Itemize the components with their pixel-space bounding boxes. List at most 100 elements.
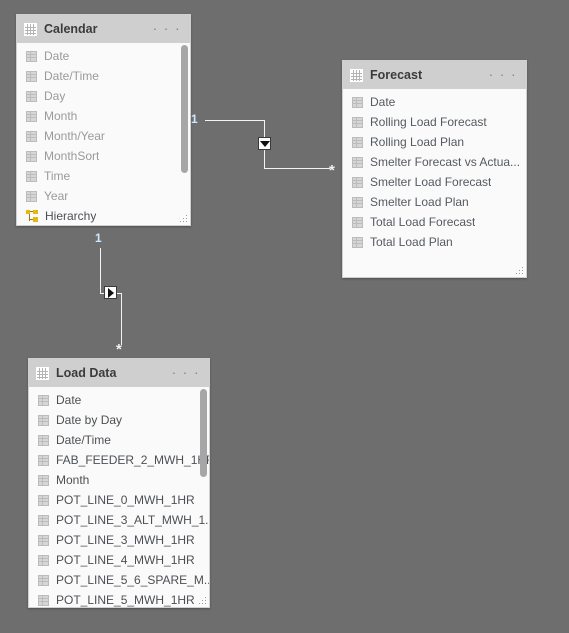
table-more-options-icon[interactable]: · · · xyxy=(172,366,201,379)
table-card-load-data[interactable]: Load Data · · · Date Date by Day Date/Ti… xyxy=(28,358,210,608)
field-row[interactable]: Hierarchy xyxy=(17,206,190,225)
field-label: Hierarchy xyxy=(45,209,97,223)
table-header-forecast[interactable]: Forecast · · · xyxy=(343,61,526,89)
table-field-icon xyxy=(26,130,37,142)
field-row[interactable]: Total Load Forecast xyxy=(343,212,526,232)
field-row[interactable]: Year xyxy=(17,186,190,206)
field-label: Date xyxy=(44,49,70,63)
resize-handle[interactable] xyxy=(514,265,525,276)
table-field-icon xyxy=(38,574,49,586)
field-label: Rolling Load Plan xyxy=(370,135,465,149)
field-row[interactable]: POT_LINE_3_MWH_1HR xyxy=(29,530,209,550)
cardinality-one-label: 1 xyxy=(95,231,102,245)
table-field-icon xyxy=(38,594,49,606)
table-field-icon xyxy=(352,196,363,208)
field-row[interactable]: Time xyxy=(17,166,190,186)
scrollbar-thumb[interactable] xyxy=(181,45,188,173)
field-label: Month/Year xyxy=(44,129,105,143)
hierarchy-icon xyxy=(26,210,38,222)
table-icon xyxy=(350,68,363,82)
field-label: Rolling Load Forecast xyxy=(370,115,487,129)
relationship-segment xyxy=(205,120,265,121)
field-row[interactable]: Date by Day xyxy=(29,410,209,430)
field-row[interactable]: POT_LINE_3_ALT_MWH_1... xyxy=(29,510,209,530)
relationship-segment xyxy=(100,248,101,294)
table-field-icon xyxy=(38,434,49,446)
field-label: MonthSort xyxy=(44,149,100,163)
resize-handle[interactable] xyxy=(197,595,208,606)
field-label: POT_LINE_4_MWH_1HR xyxy=(56,553,195,567)
table-field-icon xyxy=(38,554,49,566)
field-label: Month xyxy=(56,473,90,487)
field-row[interactable]: Date xyxy=(29,390,209,410)
table-field-icon xyxy=(352,136,363,148)
field-row[interactable]: Rolling Load Plan xyxy=(343,132,526,152)
table-title: Forecast xyxy=(370,68,423,82)
table-more-options-icon[interactable]: · · · xyxy=(153,22,182,35)
vertical-scrollbar[interactable] xyxy=(180,43,189,213)
table-field-icon xyxy=(26,50,37,62)
field-row[interactable]: POT_LINE_4_MWH_1HR xyxy=(29,550,209,570)
table-field-icon xyxy=(38,454,49,466)
field-row[interactable]: MonthSort xyxy=(17,146,190,166)
field-label: Time xyxy=(44,169,71,183)
field-row[interactable]: Date xyxy=(343,92,526,112)
table-field-icon xyxy=(26,150,37,162)
field-label: Smelter Forecast vs Actua... xyxy=(370,155,521,169)
field-label: POT_LINE_5_MWH_1HR xyxy=(56,593,195,607)
table-field-icon xyxy=(38,534,49,546)
table-field-icon xyxy=(38,474,49,486)
field-row[interactable]: Date/Time xyxy=(17,66,190,86)
field-label: Date xyxy=(56,393,82,407)
table-more-options-icon[interactable]: · · · xyxy=(489,68,518,81)
table-field-icon xyxy=(352,176,363,188)
table-field-icon xyxy=(26,70,37,82)
cross-filter-direction-icon[interactable] xyxy=(104,286,117,299)
table-field-icon xyxy=(26,170,37,182)
field-row[interactable]: Date xyxy=(17,46,190,66)
field-row[interactable]: Rolling Load Forecast xyxy=(343,112,526,132)
table-card-calendar[interactable]: Calendar · · · Date Date/Time Day Month … xyxy=(16,14,191,226)
field-label: Total Load Plan xyxy=(370,235,453,249)
table-field-icon xyxy=(352,96,363,108)
field-row[interactable]: Month/Year xyxy=(17,126,190,146)
field-label: Month xyxy=(44,109,78,123)
field-row[interactable]: Date/Time xyxy=(29,430,209,450)
field-row[interactable]: FAB_FEEDER_2_MWH_1HR xyxy=(29,450,209,470)
table-card-forecast[interactable]: Forecast · · · Date Rolling Load Forecas… xyxy=(342,60,527,278)
field-label: Total Load Forecast xyxy=(370,215,476,229)
field-row[interactable]: Smelter Load Plan xyxy=(343,192,526,212)
cross-filter-direction-icon[interactable] xyxy=(258,137,271,150)
table-header-calendar[interactable]: Calendar · · · xyxy=(17,15,190,43)
table-field-icon xyxy=(352,216,363,228)
field-label: Date xyxy=(370,95,396,109)
field-row[interactable]: POT_LINE_0_MWH_1HR xyxy=(29,490,209,510)
table-field-icon xyxy=(26,90,37,102)
field-row[interactable]: Smelter Load Forecast xyxy=(343,172,526,192)
table-header-load-data[interactable]: Load Data · · · xyxy=(29,359,209,387)
field-row[interactable]: POT_LINE_5_6_SPARE_M... xyxy=(29,570,209,590)
cardinality-one-label: 1 xyxy=(191,112,198,126)
field-label: Date/Time xyxy=(56,433,111,447)
resize-handle[interactable] xyxy=(178,213,189,224)
field-label: POT_LINE_0_MWH_1HR xyxy=(56,493,195,507)
field-row[interactable]: Month xyxy=(17,106,190,126)
field-list-calendar: Date Date/Time Day Month Month/Year Mont… xyxy=(17,43,190,225)
field-row[interactable]: Total Load Plan xyxy=(343,232,526,252)
vertical-scrollbar[interactable] xyxy=(199,387,208,595)
table-field-icon xyxy=(38,514,49,526)
field-row[interactable]: Day xyxy=(17,86,190,106)
field-row[interactable]: Month xyxy=(29,470,209,490)
field-label: Smelter Load Plan xyxy=(370,195,469,209)
table-field-icon xyxy=(352,236,363,248)
table-icon xyxy=(36,366,49,380)
field-label: POT_LINE_5_6_SPARE_M... xyxy=(56,573,209,587)
field-row[interactable]: Smelter Forecast vs Actua... xyxy=(343,152,526,172)
table-field-icon xyxy=(38,394,49,406)
field-row[interactable]: POT_LINE_5_MWH_1HR xyxy=(29,590,209,607)
scrollbar-thumb[interactable] xyxy=(200,389,207,477)
table-icon xyxy=(24,22,37,36)
triangle-down-icon xyxy=(260,141,270,147)
table-title: Calendar xyxy=(44,22,98,36)
field-label: Date/Time xyxy=(44,69,99,83)
